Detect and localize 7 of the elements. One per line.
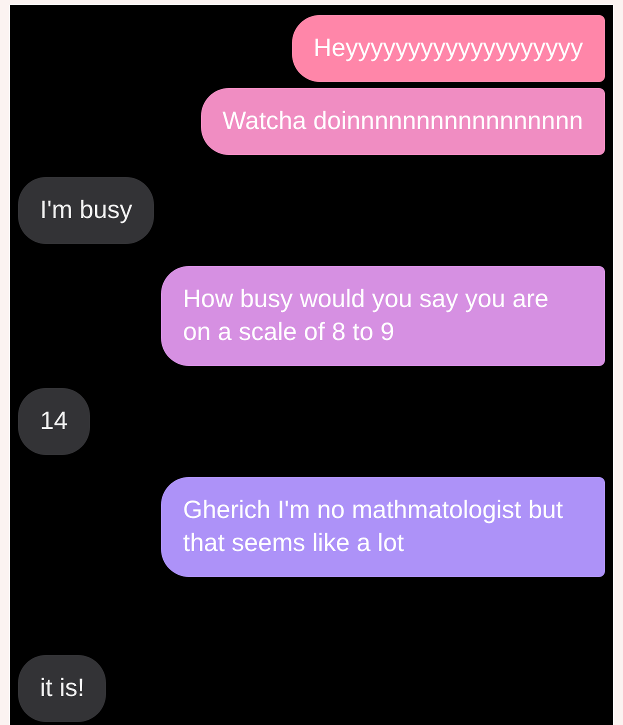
message-bubble: Gherich I'm no mathmatologist but that seems like a lot (161, 477, 605, 577)
message-bubble: Watcha doinnnnnnnnnnnnnnnnn (200, 88, 605, 155)
message-bubble: 14 (18, 388, 90, 455)
message-bubble: I'm busy (18, 177, 154, 244)
message-bubble: Heyyyyyyyyyyyyyyyyyyy (292, 15, 605, 82)
message-bubble: How busy would you say you are on a scale of 8 to 9 (161, 266, 605, 366)
message-bubble: it is! (18, 655, 106, 722)
